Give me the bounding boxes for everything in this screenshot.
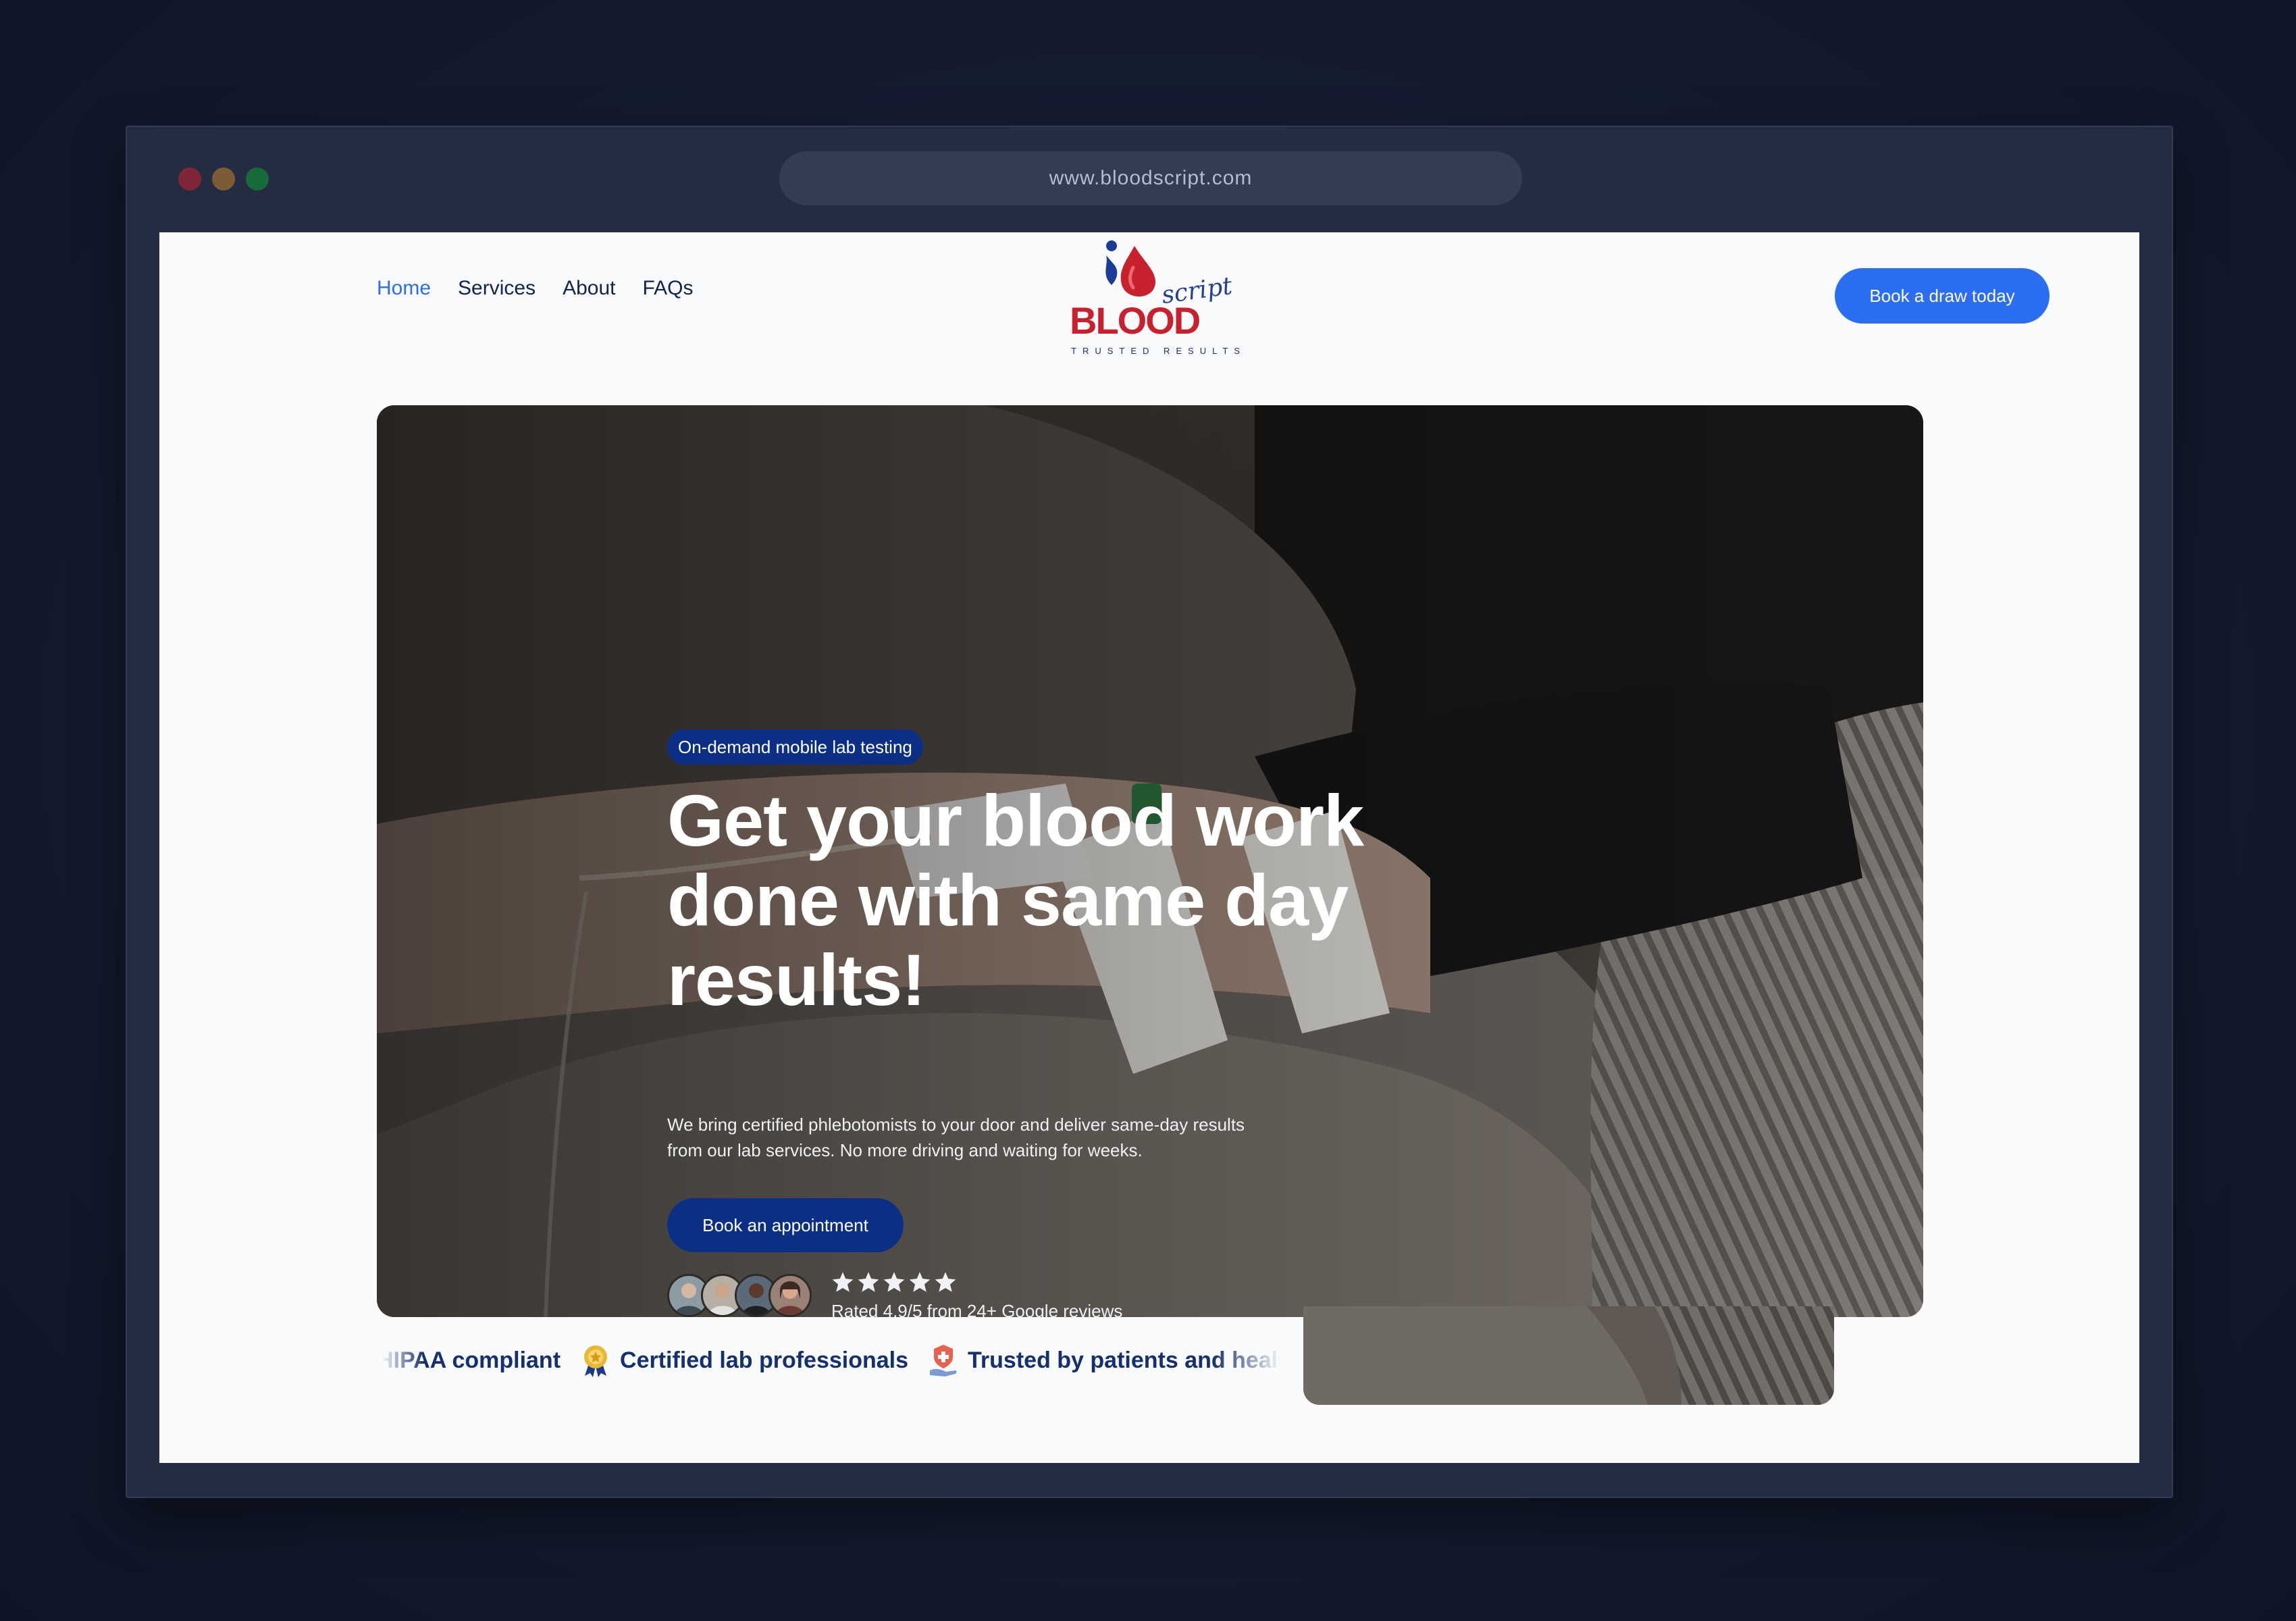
star-icon: [883, 1272, 905, 1292]
hero-badge: On-demand mobile lab testing: [667, 729, 923, 765]
window-minimize-dot[interactable]: [212, 168, 235, 190]
main-nav: Home Services About FAQs: [377, 277, 694, 300]
hero-photo-tab: [1303, 1306, 1834, 1405]
medal-icon: [584, 1345, 608, 1377]
trust-strip: HIPAA compliant Certified lab profession…: [377, 1340, 1293, 1381]
hero-section: On-demand mobile lab testing Get your bl…: [377, 405, 1923, 1317]
web-page: Home Services About FAQs BLOOD script TR…: [159, 232, 2139, 1463]
star-icon: [935, 1272, 956, 1292]
book-appointment-button[interactable]: Book an appointment: [667, 1198, 904, 1252]
hero-photo-continuation: [1303, 1306, 1834, 1405]
avatar-person-4: [771, 1276, 810, 1315]
hero-lead: We bring certified phlebotomists to your…: [667, 1114, 1245, 1160]
address-bar-url: www.bloodscript.com: [1049, 167, 1253, 189]
trust-strip-fade-left: [377, 1337, 424, 1383]
trust-item-label: Certified lab professionals: [620, 1347, 909, 1373]
site-logo[interactable]: BLOOD script TRUSTED RESULTS: [1070, 236, 1240, 358]
logo-tagline: TRUSTED RESULTS: [1071, 346, 1246, 356]
address-bar[interactable]: www.bloodscript.com: [779, 151, 1522, 205]
book-draw-button[interactable]: Book a draw today: [1835, 268, 2050, 324]
nav-link-home[interactable]: Home: [377, 277, 431, 300]
window-maximize-dot[interactable]: [246, 168, 269, 190]
browser-window: www.bloodscript.com Home Services About …: [126, 126, 2173, 1498]
reviewer-avatars: [667, 1274, 812, 1317]
star-icon: [909, 1272, 931, 1292]
window-close-dot[interactable]: [178, 168, 201, 190]
nav-link-faqs[interactable]: FAQs: [642, 277, 693, 300]
nav-link-services[interactable]: Services: [458, 277, 536, 300]
avatar: [768, 1274, 812, 1317]
hero-headline: Get your blood work done with same day r…: [667, 779, 1364, 1021]
rating-stars: [831, 1271, 957, 1293]
rating-text: Rated 4.9/5 from 24+ Google reviews: [831, 1301, 1123, 1317]
trust-item-certified: Certified lab professionals: [581, 1343, 908, 1377]
star-icon: [832, 1272, 854, 1292]
trust-strip-fade-right: [1213, 1337, 1294, 1383]
shield-hand-icon: [930, 1345, 957, 1376]
logo-script-word: script: [1159, 272, 1234, 310]
nav-link-about[interactable]: About: [563, 277, 615, 300]
blood-drops-icon: [1105, 240, 1156, 297]
hero-badge-text: On-demand mobile lab testing: [678, 736, 912, 757]
star-icon: [858, 1272, 879, 1292]
